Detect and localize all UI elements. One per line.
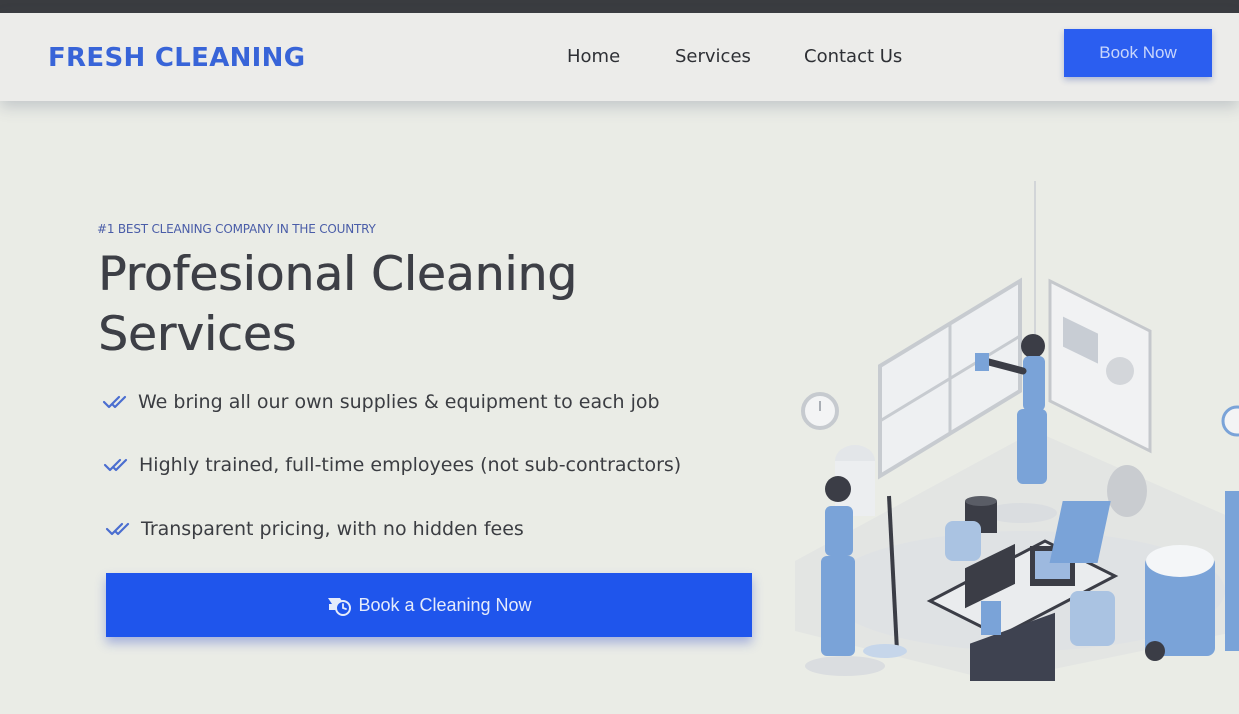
site-logo[interactable]: FRESH CLEANING	[48, 43, 305, 73]
feature-text: Transparent pricing, with no hidden fees	[141, 518, 524, 540]
hero-section: #1 BEST CLEANING COMPANY IN THE COUNTRY …	[0, 101, 1239, 714]
nav-link-services[interactable]: Services	[675, 46, 751, 67]
cleaning-clock-icon	[328, 598, 352, 616]
feature-item: We bring all our own supplies & equipmen…	[102, 391, 660, 413]
double-check-icon	[105, 522, 130, 536]
hero-title: Profesional Cleaning Services	[98, 245, 658, 365]
navbar: FRESH CLEANING Home Services Contact Us …	[0, 13, 1239, 101]
nav-link-home[interactable]: Home	[567, 46, 620, 67]
screen-bezel	[0, 0, 1239, 13]
cta-label: Book a Cleaning Now	[358, 594, 532, 615]
feature-item: Transparent pricing, with no hidden fees	[105, 518, 524, 540]
book-now-button[interactable]: Book Now	[1064, 29, 1212, 77]
book-cleaning-button[interactable]: Book a Cleaning Now	[106, 573, 752, 637]
double-check-icon	[103, 458, 128, 472]
hero-title-line-2: Services	[98, 307, 297, 362]
hero-eyebrow: #1 BEST CLEANING COMPANY IN THE COUNTRY	[97, 222, 376, 236]
feature-text: Highly trained, full-time employees (not…	[139, 454, 682, 476]
feature-text: We bring all our own supplies & equipmen…	[138, 391, 660, 413]
hero-title-line-1: Profesional Cleaning	[98, 247, 577, 302]
office-cleaning-illustration	[795, 181, 1239, 681]
double-check-icon	[102, 395, 127, 409]
feature-item: Highly trained, full-time employees (not…	[103, 454, 681, 476]
nav-link-contact[interactable]: Contact Us	[804, 46, 902, 67]
